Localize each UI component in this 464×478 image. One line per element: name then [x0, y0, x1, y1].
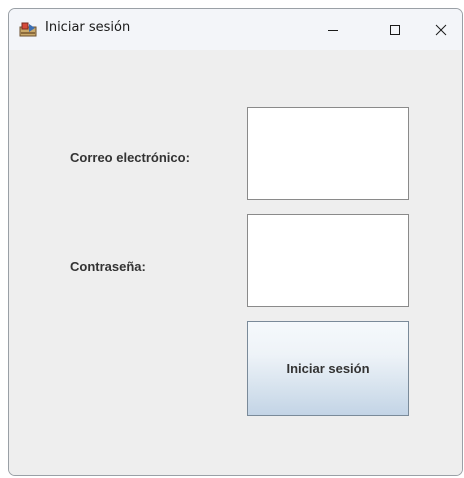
login-window: Iniciar sesión Correo electrónico: Contr…	[8, 8, 463, 476]
window-title: Iniciar sesión	[45, 20, 131, 35]
close-icon	[435, 24, 447, 35]
login-button-label: Iniciar sesión	[286, 361, 370, 376]
email-field[interactable]	[247, 107, 409, 200]
close-button[interactable]	[418, 9, 462, 50]
password-field[interactable]	[247, 214, 409, 307]
minimize-button[interactable]	[310, 9, 356, 50]
email-label: Correo electrónico:	[70, 150, 190, 165]
java-app-icon	[19, 22, 37, 37]
password-label: Contraseña:	[70, 259, 146, 274]
minimize-icon	[328, 29, 338, 31]
login-form: Correo electrónico: Contraseña: Iniciar …	[9, 50, 462, 475]
login-button[interactable]: Iniciar sesión	[247, 321, 409, 416]
maximize-button[interactable]	[372, 9, 418, 50]
title-bar[interactable]: Iniciar sesión	[9, 9, 462, 50]
maximize-icon	[390, 24, 400, 35]
